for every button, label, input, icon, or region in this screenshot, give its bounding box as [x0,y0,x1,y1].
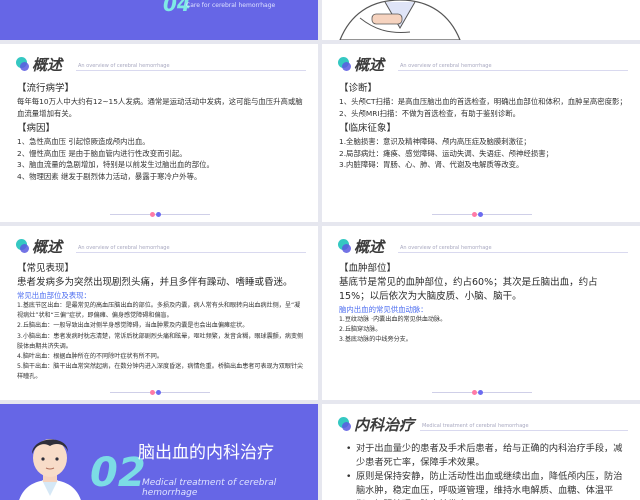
slide-header: 概述 An overview of cerebral hemorrhage [16,56,306,76]
slide-top-right [322,0,640,40]
slide-subtitle: An overview of cerebral hemorrhage [400,245,492,251]
artery-item: 3.基底动脉的中线旁分支。 [339,336,412,344]
treatment-item: 原则是保持安静，防止活动性出血或继续出血，降低颅内压，防治脑水肿，稳定血压，呼吸… [346,470,628,500]
header-divider [398,70,628,71]
artery-item: 2.丘脑穿动脉。 [339,326,382,334]
footer-dot-icon [472,212,477,217]
hematoma-intro: 基底节是常见的血肿部位，约占60%；其次是丘脑出血，约占15%；以后依次为大脑皮… [339,277,598,302]
slide-medical-treatment: 内科治疗 Medical treatment of cerebral hemor… [322,404,640,500]
cause-heading: 【病因】 [17,123,56,134]
hematoma-heading: 【血肿部位】 [339,263,397,274]
artery-item: 1.豆纹动脉 ·内囊出血的常见供血动脉。 [339,316,447,323]
bleeding-site-item: 4.脑叶出血：根据血肿所在的不同除叶症状有所不同。 [17,353,163,361]
doctor-illustration-icon [339,0,461,40]
cause-item: 2、慢性高血压 是由于脑血管内进行性改变而引起。 [17,148,187,158]
footer-dot-icon [150,212,155,217]
header-divider [398,252,628,253]
footer-dot-icon [472,390,477,395]
header-dot-icon [16,239,29,253]
slide-title: 内科治疗 [354,416,415,434]
header-divider [76,252,306,253]
footer-dot-icon [156,212,161,217]
footer-dot-icon [150,390,155,395]
slide-subtitle: An overview of cerebral hemorrhage [400,63,492,69]
header-dot-icon [338,57,351,71]
header-dot-icon [338,239,351,253]
header-dot-icon [16,57,29,71]
clin-item: 1.全脑损害：意识及精神障碍、颅内高压症及脑膜刺激征； [339,137,531,146]
slide-header: 概述 An overview of cerebral hemorrhage [338,56,628,76]
slide-header: 概述 An overview of cerebral hemorrhage [338,238,628,258]
slide-body: 【流行病学】 每年每10万人中大约有12~15人发病。通常是运动活动中发病，这可… [17,82,306,182]
slide-overview-diagnosis: 概述 An overview of cerebral hemorrhage 【诊… [322,44,640,222]
slide-header: 内科治疗 Medical treatment of cerebral hemor… [338,416,628,436]
bleeding-site-item: 1.基底节区出血：是最常见的高血压脑出血的部位。多损及内囊，病人常有头和眼转向出… [17,302,301,320]
epi-heading: 【流行病学】 [17,83,75,94]
cause-item: 3、脑血流量的急剧增加，特别是以前发生过脑出血的部位。 [17,160,214,169]
epi-text: 每年每10万人中大约有12~15人发病。通常是运动活动中发病，这可能与血压升高或… [17,97,303,118]
slide-overview-hematoma: 概述 An overview of cerebral hemorrhage 【血… [322,226,640,400]
header-divider [76,70,306,71]
bleeding-site-item: 2.丘脑出血：一般导致出血对侧半身感觉障碍，当血肿累及内囊是也会出血偏瘫症状。 [17,322,249,330]
bleeding-site-item: 5.脑干出血：脑干出血常突然起病，在数分钟内进入深度昏迷，病情危重。桥脑出血患者… [17,363,304,381]
slide-subtitle: An overview of cerebral hemorrhage [78,245,170,251]
treatment-item: 对于出血量少的患者及手术后患者，给与正确的内科治疗手段，减少患者死亡率，保障手术… [346,442,628,470]
slide-body: 【血肿部位】 基底节是常见的血肿部位，约占60%；其次是丘脑出血，约占15%；以… [339,262,628,346]
diag-item: 1、头颅CT扫描：是高血压脑出血的首选检查，明确出血部位和体积，血肿呈高密度影； [339,97,627,106]
slide-subtitle: Medical treatment of cerebral hemorrhage [422,423,529,429]
cause-item: 1、急性高血压 引起惊厥造成颅内出血。 [17,137,150,146]
header-divider [420,430,628,431]
slide-overview-epidemiology: 概述 An overview of cerebral hemorrhage 【流… [0,44,318,222]
slide-header: 概述 An overview of cerebral hemorrhage [16,238,306,258]
clin-item: 3.内脏障碍：胃肠、心、肺、肾、代谢及电解质等改变。 [339,160,524,169]
section-title: 脑出血的内科治疗 [138,443,274,463]
footer-dot-icon [478,390,483,395]
slide-top-left: 04 Care for cerebral hemorrhage [0,0,318,40]
slide-overview-symptoms: 概述 An overview of cerebral hemorrhage 【常… [0,226,318,400]
slide-body: 【诊断】 1、头颅CT扫描：是高血压脑出血的首选检查，明确出血部位和体积，血肿呈… [339,82,628,171]
slide-body: 对于出血量少的患者及手术后患者，给与正确的内科治疗手段，减少患者死亡率，保障手术… [346,442,628,500]
slide-section-treatment: 02 脑出血的内科治疗 Medical treatment of cerebra… [0,404,318,500]
slide-title: 概述 [32,56,63,74]
symptoms-heading: 【常见表现】 [17,263,75,274]
section-subtitle: Medical treatment of cerebral hemorrhage [142,478,277,498]
slide-title: 概述 [354,238,385,256]
diag-heading: 【诊断】 [339,83,378,94]
slide-title: 概述 [354,56,385,74]
slide-body: 【常见表现】 患者发病多为突然出现剧烈头痛，并且多伴有躁动、嗜睡或昏迷。 常见出… [17,262,306,383]
footer-dot-icon [156,390,161,395]
slide-subtitle: An overview of cerebral hemorrhage [78,63,170,69]
bleeding-sites-heading: 常见出血部位及表现： [17,291,91,300]
diag-item: 2、头颅MRI扫描：不做为首选检查，有助于鉴别诊断。 [339,108,520,118]
section-subtitle: Care for cerebral hemorrhage [186,2,276,9]
header-dot-icon [338,417,351,431]
symptoms-intro: 患者发病多为突然出现剧烈头痛，并且多伴有躁动、嗜睡或昏迷。 [17,277,293,288]
doctor-avatar-icon [19,439,81,500]
clin-item: 2.局部病灶：瘫痪、感觉障碍、运动失调、失语症、颅神经损害； [339,148,553,158]
footer-dot-icon [478,212,483,217]
bleeding-site-item: 3.小脑出血：患者发病时枕志清楚，常诉后枕部剧烈头痛和眩晕，呕吐频繁，发音含糊，… [17,332,304,350]
clin-heading: 【临床征象】 [339,123,397,134]
arteries-heading: 脑内出血的常见供血动脉： [339,305,428,314]
cause-item: 4、物理因素 继发于剧烈体力活动，暴露于寒冷户外等。 [17,171,202,181]
slide-title: 概述 [32,238,63,256]
